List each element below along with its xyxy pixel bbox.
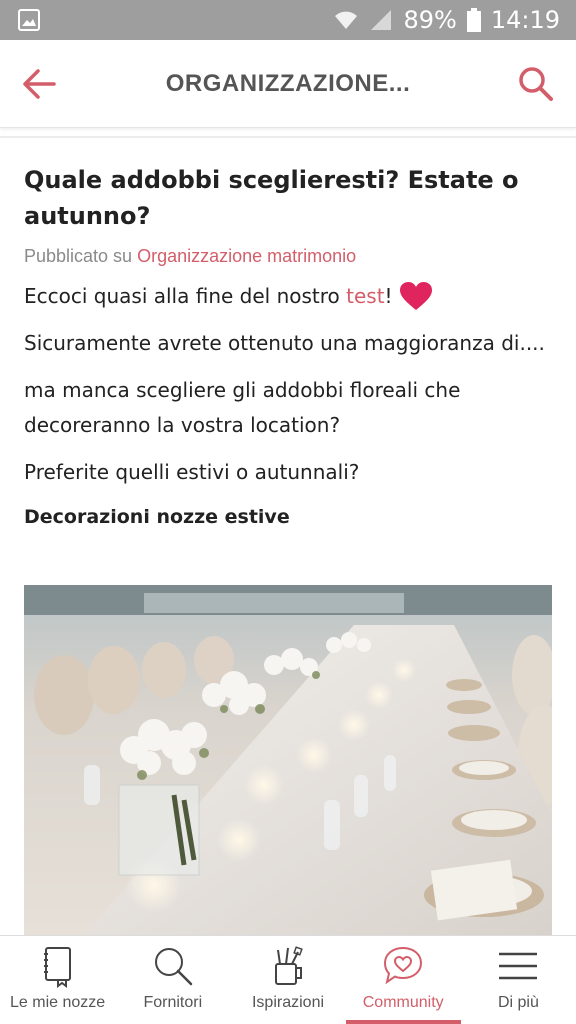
paragraph-3: ma manca scegliere gli addobbi floreali … <box>24 378 461 437</box>
paragraph-2: Sicuramente avrete ottenuto una maggiora… <box>24 331 545 355</box>
signal-icon <box>371 10 392 30</box>
nav-label: Community <box>362 994 444 1011</box>
notebook-icon <box>43 947 71 988</box>
back-arrow-icon[interactable] <box>20 66 60 102</box>
post-content: Quale addobbi sceglieresti? Estate o aut… <box>24 140 552 528</box>
nav-le-mie-nozze[interactable]: Le mie nozze <box>0 936 115 1024</box>
category-link[interactable]: Organizzazione matrimonio <box>137 246 356 266</box>
brush-cup-icon <box>275 946 303 985</box>
clock: 14:19 <box>490 6 560 34</box>
wifi-icon <box>335 11 358 29</box>
heart-emoji-icon <box>399 281 432 310</box>
nav-community[interactable]: Community <box>345 936 462 1024</box>
nav-label: Fornitori <box>143 994 203 1011</box>
nav-fornitori[interactable]: Fornitori <box>115 936 230 1024</box>
search-icon <box>154 948 193 986</box>
nav-label: Di più <box>497 994 539 1011</box>
test-link[interactable]: test <box>346 284 384 308</box>
nav-ispirazioni[interactable]: Ispirazioni <box>230 936 345 1024</box>
nav-label: Le mie nozze <box>10 994 106 1011</box>
menu-icon <box>499 952 538 980</box>
paragraph-1: Eccoci quasi alla fine del nostro test! <box>24 279 552 314</box>
p1-text: Eccoci quasi alla fine del nostro <box>24 284 347 308</box>
post-meta: Pubblicato su Organizzazione matrimonio <box>24 246 552 267</box>
app-bar: ORGANIZZAZIONE... <box>0 40 576 128</box>
search-icon[interactable] <box>516 64 556 104</box>
nav-di-piu[interactable]: Di più <box>461 936 576 1024</box>
bottom-navigation: Le mie nozze Fornitori Ispirazioni Commu… <box>0 935 576 1024</box>
battery-percent: 89% <box>403 6 457 34</box>
p1-end: ! <box>384 284 393 308</box>
status-bar: 89% 14:19 <box>0 0 576 40</box>
post-title: Quale addobbi sceglieresti? Estate o aut… <box>24 166 519 230</box>
page-title: ORGANIZZAZIONE... <box>165 70 411 97</box>
battery-icon <box>466 8 481 32</box>
wedding-table-photo[interactable] <box>24 585 552 935</box>
heart-bubble-icon <box>384 946 423 985</box>
meta-prefix: Pubblicato su <box>24 246 138 266</box>
paragraph-4: Preferite quelli estivi o autunnali? <box>24 460 360 484</box>
image-icon <box>18 9 40 31</box>
header-divider <box>0 136 576 138</box>
nav-label: Ispirazioni <box>251 994 325 1011</box>
section-heading: Decorazioni nozze estive <box>24 506 290 528</box>
